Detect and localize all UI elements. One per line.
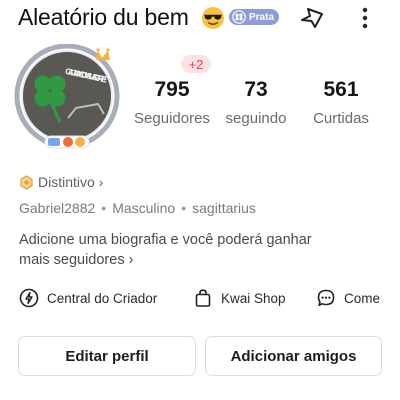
- live-badge-icon: [44, 135, 90, 149]
- shopping-bag-icon: [195, 289, 211, 307]
- bio-line-1: Adicione uma biografia e você poderá gan…: [19, 232, 312, 248]
- separator-dot: •: [101, 200, 107, 216]
- following-count: 73: [244, 78, 268, 101]
- username: Gabriel2882: [19, 200, 96, 216]
- sunglasses-emoji: [202, 7, 224, 29]
- profile-meta: Gabriel2882 • Masculino • sagittarius: [19, 200, 256, 216]
- new-followers-badge: +2: [181, 55, 211, 73]
- profile-title: Aleatório du bem: [18, 4, 189, 30]
- lightning-circle-icon: [19, 288, 39, 308]
- avatar[interactable]: CADA UM COM SUA SORTE!: [12, 43, 122, 154]
- profile-header: Aleatório du bem Prata: [0, 0, 400, 40]
- rank-badge-label: Prata: [249, 11, 275, 23]
- following-stat[interactable]: 73 seguindo: [218, 78, 294, 127]
- crown-icon: [96, 48, 110, 60]
- creator-center-shortcut[interactable]: Central do Criador: [19, 288, 157, 308]
- flower-badge-icon: [232, 10, 246, 24]
- bio-line-2: mais seguidores ›: [19, 252, 134, 268]
- followers-count: 795: [154, 78, 190, 101]
- gender: Masculino: [112, 200, 176, 216]
- likes-stat[interactable]: 561 Curtidas: [303, 78, 379, 127]
- distintivo-label: Distintivo: [38, 174, 95, 190]
- shortcut-row: Central do Criador Kwai Shop Come: [19, 288, 400, 310]
- share-arrow-icon[interactable]: [298, 4, 326, 32]
- comments-shortcut[interactable]: Come: [316, 288, 380, 308]
- chevron-right-icon: ›: [98, 174, 104, 190]
- following-label: seguindo: [225, 110, 287, 127]
- add-friends-button[interactable]: Adicionar amigos: [205, 336, 382, 376]
- more-vertical-icon[interactable]: [358, 4, 372, 32]
- zodiac-sign: sagittarius: [192, 200, 256, 216]
- separator-dot: •: [181, 200, 187, 216]
- likes-count: 561: [323, 78, 359, 101]
- shortcut-label: Central do Criador: [47, 290, 158, 306]
- bio-prompt[interactable]: Adicione uma biografia e você poderá gan…: [19, 230, 369, 270]
- hexagon-badge-icon: [20, 174, 33, 190]
- likes-label: Curtidas: [313, 110, 369, 127]
- avatar-image: CADA UM COM SUA SORTE!: [14, 43, 120, 149]
- chat-bubble-icon: [317, 289, 335, 306]
- rank-badge[interactable]: Prata: [229, 9, 279, 25]
- followers-stat[interactable]: 795 Seguidores: [132, 78, 212, 127]
- distintivo-link[interactable]: Distintivo ›: [19, 174, 103, 190]
- shortcut-label: Come: [344, 290, 381, 306]
- followers-label: Seguidores: [134, 110, 210, 127]
- shortcut-label: Kwai Shop: [221, 290, 286, 306]
- kwai-shop-shortcut[interactable]: Kwai Shop: [193, 288, 286, 308]
- edit-profile-button[interactable]: Editar perfil: [18, 336, 196, 376]
